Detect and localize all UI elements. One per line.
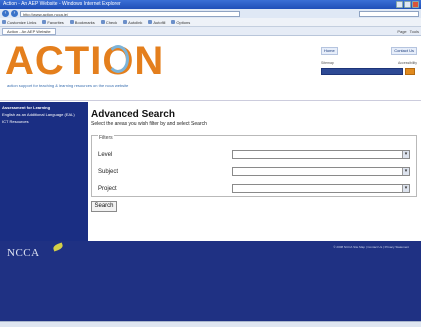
subject-select[interactable]: ▾ [232,167,410,176]
project-select[interactable]: ▾ [232,184,410,193]
chevron-down-icon[interactable]: ▾ [402,185,409,192]
main-content: Advanced Search Select the areas you wis… [88,102,421,241]
sitemap-link[interactable]: Sitemap [321,61,334,65]
browser-toolbar: Customize Links Favorites Bookmarks Chec… [0,18,421,27]
footer-text: © 2008 NCCA Site Map | Contact Us | Priv… [333,245,409,249]
filter-label: Project [98,185,117,192]
toolbar-icon [100,20,105,24]
sidebar-item[interactable]: English as an Additional Language (EAL) [2,112,86,117]
site-search-go-button[interactable] [405,68,415,75]
filter-label: Level [98,151,113,158]
browser-status-bar [0,321,421,327]
toolbar-icon [148,20,153,24]
page-title: Advanced Search [91,109,175,120]
toolbar-icon [2,20,6,24]
window-controls [396,1,419,8]
tools-menu[interactable]: Tools [410,29,419,34]
filter-row-project: Project ▾ [98,181,410,196]
chevron-down-icon[interactable]: ▾ [402,151,409,158]
sidebar-item[interactable]: Assessment for Learning [2,105,86,110]
toolbar-icon [171,20,176,24]
toolbar-item[interactable]: Bookmarks [69,20,95,25]
search-button[interactable]: Search [91,201,117,212]
header-sub-links: Sitemap Accessibility [321,61,417,65]
toolbar-item[interactable]: Favorites [42,20,64,25]
site-search-input[interactable] [321,68,403,75]
toolbar-item[interactable]: Autofill [148,20,165,25]
header-links: Home Contact Us [321,47,417,55]
browser-search-input[interactable] [359,10,419,17]
site-header: ACTION action support for teaching & lea… [0,37,421,101]
leaf-icon [52,242,64,252]
maximize-icon[interactable] [404,1,411,8]
forward-icon[interactable]: › [11,10,18,17]
chevron-down-icon[interactable]: ▾ [402,168,409,175]
filter-label: Subject [98,168,119,175]
toolbar-item[interactable]: Autolink [123,20,142,25]
filters-fieldset: Filters Level ▾ Subject ▾ Project ▾ [91,135,417,197]
logo-tagline: action support for teaching & learning r… [7,83,129,88]
minimize-icon[interactable] [396,1,403,8]
sidebar: Assessment for Learning English as an Ad… [0,102,88,241]
close-icon[interactable] [412,1,419,8]
accessibility-link[interactable]: Accessibility [398,61,417,65]
filter-row-subject: Subject ▾ [98,164,410,179]
level-select[interactable]: ▾ [232,150,410,159]
home-link[interactable]: Home [321,47,338,55]
toolbar-icon [123,20,128,24]
browser-tab[interactable]: Action - An AEP Website [2,27,56,35]
toolbar-item[interactable]: Check [100,20,117,25]
address-bar: ‹ › http://www.action.ncca.ie/ [0,9,421,18]
site-search [321,68,417,75]
sidebar-item[interactable]: ICT Resources [2,119,86,124]
logo-text: ACTION [5,39,165,83]
browser-title-bar: Action - An AEP Website - Windows Intern… [0,0,421,9]
filters-legend: Filters [98,135,114,141]
toolbar-item[interactable]: Options [171,20,190,25]
filter-row-level: Level ▾ [98,147,410,162]
tab-tools: Page Tools [397,29,419,34]
url-field[interactable]: http://www.action.ncca.ie/ [20,10,240,17]
toolbar-item[interactable]: Customize Links [2,20,36,25]
toolbar-icon [42,20,47,24]
action-logo[interactable]: ACTION action support for teaching & lea… [3,37,163,99]
browser-title: Action - An AEP Website - Windows Intern… [3,1,121,7]
toolbar-icon [69,20,74,24]
tab-bar: Action - An AEP Website Page Tools [0,27,421,36]
ncca-logo[interactable]: NCCA [7,247,40,259]
page-menu[interactable]: Page [397,29,406,34]
contact-link[interactable]: Contact Us [391,47,417,55]
site-footer: NCCA © 2008 NCCA Site Map | Contact Us |… [0,241,421,321]
back-icon[interactable]: ‹ [2,10,9,17]
logo-swirl-icon [107,45,129,73]
header-utilities: Home Contact Us Sitemap Accessibility [321,47,417,75]
page-description: Select the areas you wish filter by and … [91,121,207,127]
